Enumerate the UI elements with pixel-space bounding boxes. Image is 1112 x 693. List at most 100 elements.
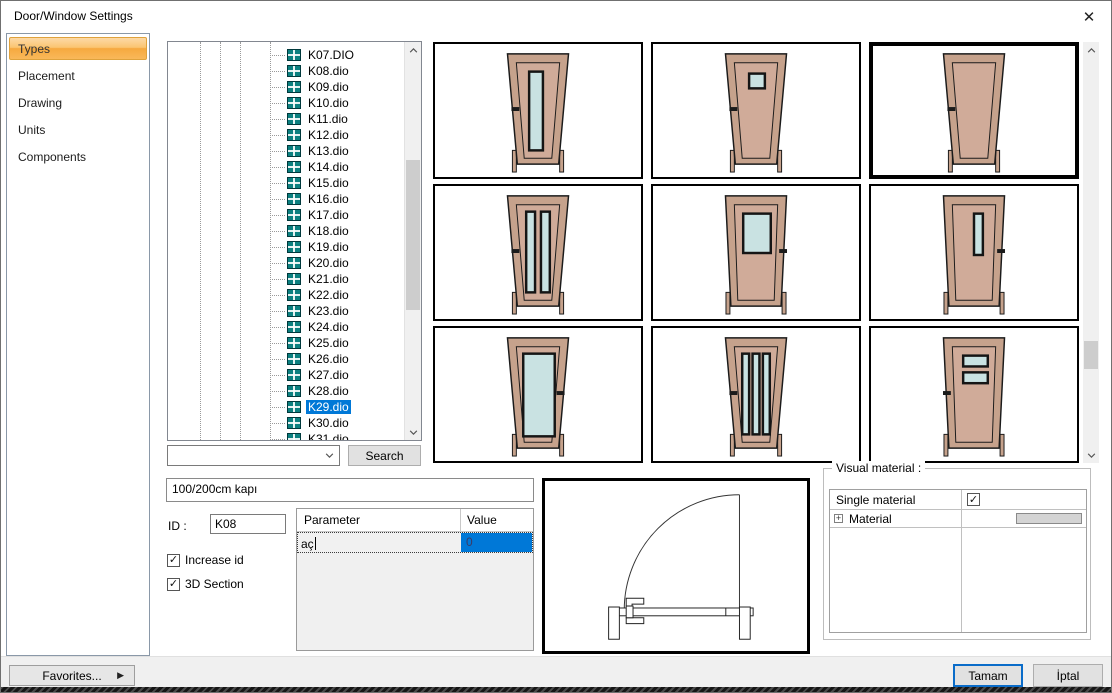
door-thumbnail[interactable] xyxy=(869,42,1079,179)
sidebar-item-label: Types xyxy=(18,42,50,56)
tree-item[interactable]: K15.dio xyxy=(168,175,403,191)
tree-branch-connector xyxy=(270,215,285,216)
sidebar-item[interactable]: Types xyxy=(9,37,147,60)
search-button[interactable]: Search xyxy=(348,445,421,466)
door-thumbnail[interactable] xyxy=(651,42,861,179)
tree-item[interactable]: K18.dio xyxy=(168,223,403,239)
tree-item[interactable]: K22.dio xyxy=(168,287,403,303)
tree-branch-connector xyxy=(270,423,285,424)
tree-item-label: K30.dio xyxy=(306,416,351,430)
tree-item[interactable]: K28.dio xyxy=(168,383,403,399)
favorites-button[interactable]: Favorites... ▶ xyxy=(9,665,135,686)
door-thumbnail[interactable] xyxy=(651,326,861,463)
tree-item[interactable]: K07.DIO xyxy=(168,47,403,63)
sidebar-item-label: Drawing xyxy=(18,96,62,110)
ok-button[interactable]: Tamam xyxy=(953,664,1023,687)
chevron-down-icon[interactable] xyxy=(320,447,338,464)
tree-item[interactable]: K10.dio xyxy=(168,95,403,111)
sidebar-item-label: Placement xyxy=(18,69,75,83)
window-file-icon xyxy=(287,257,301,269)
tree-item[interactable]: K30.dio xyxy=(168,415,403,431)
favorites-label: Favorites... xyxy=(42,669,101,683)
window-file-icon xyxy=(287,433,301,441)
id-label: ID : xyxy=(168,519,187,533)
tree-item[interactable]: K23.dio xyxy=(168,303,403,319)
door-thumbnail[interactable] xyxy=(869,326,1079,463)
scroll-up-icon[interactable] xyxy=(1083,42,1099,58)
tree-item[interactable]: K09.dio xyxy=(168,79,403,95)
window-file-icon xyxy=(287,417,301,429)
window-file-icon xyxy=(287,385,301,397)
door-thumbnail[interactable] xyxy=(869,184,1079,321)
door-thumbnail[interactable] xyxy=(433,326,643,463)
tree-item-list: K07.DIO K08.dio xyxy=(168,47,403,441)
material-row[interactable]: Material xyxy=(830,510,1086,528)
tree-branch-connector xyxy=(270,263,285,264)
tree-item[interactable]: K29.dio xyxy=(168,399,403,415)
tree-item[interactable]: K12.dio xyxy=(168,127,403,143)
tree-item[interactable]: K26.dio xyxy=(168,351,403,367)
3d-section-option[interactable]: 3D Section xyxy=(167,577,244,591)
tree-item[interactable]: K20.dio xyxy=(168,255,403,271)
door-thumbnail[interactable] xyxy=(651,184,861,321)
tree-branch-connector xyxy=(270,327,285,328)
parameter-row[interactable]: aç 0 xyxy=(297,532,533,553)
window-file-icon xyxy=(287,273,301,285)
tree-item[interactable]: K11.dio xyxy=(168,111,403,127)
tree-item-label: K16.dio xyxy=(306,192,351,206)
tree-item-label: K08.dio xyxy=(306,64,351,78)
material-swatch[interactable] xyxy=(1016,513,1082,524)
tree-item[interactable]: K21.dio xyxy=(168,271,403,287)
sidebar-item[interactable]: Placement xyxy=(9,64,147,87)
window-file-icon xyxy=(287,401,301,413)
tree-scroll-thumb[interactable] xyxy=(406,160,420,310)
tree-item[interactable]: K16.dio xyxy=(168,191,403,207)
window-file-icon xyxy=(287,113,301,125)
increase-id-option[interactable]: Increase id xyxy=(167,553,244,567)
tree-item-label: K24.dio xyxy=(306,320,351,334)
search-combobox[interactable] xyxy=(167,445,340,466)
scroll-down-icon[interactable] xyxy=(405,424,421,440)
visual-material-group: Visual material : Single material Materi… xyxy=(823,468,1091,640)
search-combo-input[interactable] xyxy=(170,447,318,464)
single-material-row[interactable]: Single material xyxy=(830,490,1086,510)
expand-plus-icon[interactable] xyxy=(834,514,843,523)
checkbox-icon[interactable] xyxy=(167,554,180,567)
tree-branch-connector xyxy=(270,151,285,152)
tree-item-label: K19.dio xyxy=(306,240,351,254)
parameter-value-cell[interactable]: 0 xyxy=(461,533,532,552)
checkbox-icon[interactable] xyxy=(967,493,980,506)
parameter-name-cell[interactable]: aç xyxy=(298,533,461,552)
window-file-icon xyxy=(287,321,301,333)
tree-item[interactable]: K24.dio xyxy=(168,319,403,335)
preview-scrollbar[interactable] xyxy=(1083,42,1099,463)
scroll-up-icon[interactable] xyxy=(405,42,421,58)
tree-branch-connector xyxy=(270,279,285,280)
sidebar-item[interactable]: Drawing xyxy=(9,91,147,114)
tree-scrollbar[interactable] xyxy=(404,42,421,440)
tree-item[interactable]: K14.dio xyxy=(168,159,403,175)
door-preview-grid xyxy=(433,42,1079,463)
type-description: 100/200cm kapı xyxy=(166,478,534,502)
tree-item[interactable]: K19.dio xyxy=(168,239,403,255)
3d-section-label: 3D Section xyxy=(185,577,244,591)
window-file-icon xyxy=(287,49,301,61)
door-thumbnail[interactable] xyxy=(433,42,643,179)
tree-item[interactable]: K31.dio xyxy=(168,431,403,441)
id-field[interactable] xyxy=(210,514,286,534)
tree-item[interactable]: K25.dio xyxy=(168,335,403,351)
door-swing-plan-drawing xyxy=(547,483,805,649)
tree-item[interactable]: K17.dio xyxy=(168,207,403,223)
preview-scroll-thumb[interactable] xyxy=(1084,341,1098,369)
tree-item[interactable]: K13.dio xyxy=(168,143,403,159)
scroll-down-icon[interactable] xyxy=(1083,447,1099,463)
close-icon[interactable]: ✕ xyxy=(1075,5,1103,29)
cancel-button[interactable]: İptal xyxy=(1033,664,1103,687)
checkbox-icon[interactable] xyxy=(167,578,180,591)
tree-branch-connector xyxy=(270,87,285,88)
tree-item[interactable]: K08.dio xyxy=(168,63,403,79)
door-thumbnail[interactable] xyxy=(433,184,643,321)
sidebar-item[interactable]: Units xyxy=(9,118,147,141)
tree-item[interactable]: K27.dio xyxy=(168,367,403,383)
sidebar-item[interactable]: Components xyxy=(9,145,147,168)
